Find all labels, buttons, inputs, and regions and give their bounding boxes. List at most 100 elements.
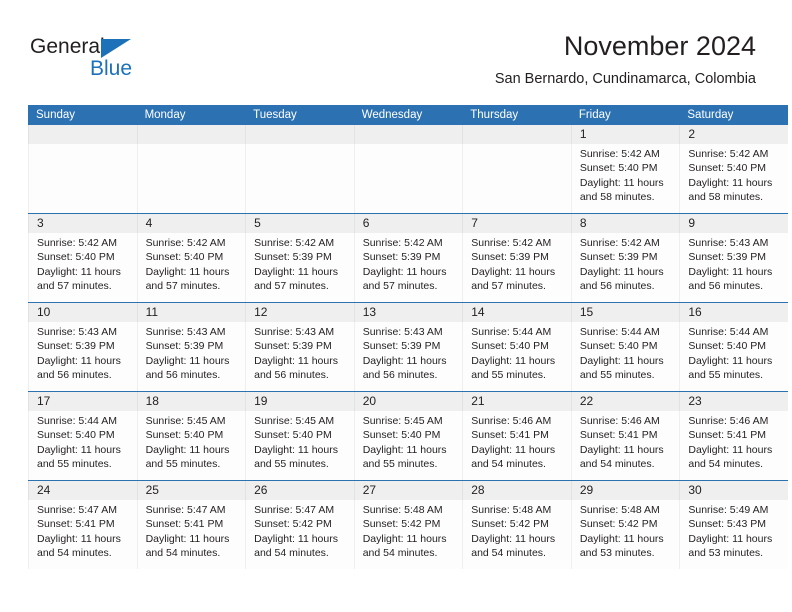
day-cell[interactable]: Sunrise: 5:44 AM Sunset: 5:40 PM Daylight:… xyxy=(679,322,788,391)
day-number[interactable]: 14 xyxy=(462,303,571,322)
day-number[interactable]: 13 xyxy=(353,303,463,322)
day-cell[interactable]: Sunrise: 5:44 AM Sunset: 5:40 PM Daylight:… xyxy=(570,322,680,391)
day-number[interactable]: 19 xyxy=(245,392,354,411)
week-content-row: Sunrise: 5:43 AM Sunset: 5:39 PM Daylight:… xyxy=(28,322,788,391)
day-number[interactable]: 29 xyxy=(570,481,680,500)
day-number-empty xyxy=(353,125,463,144)
weekday-header-saturday: Saturday xyxy=(687,109,734,121)
day-cell[interactable]: Sunrise: 5:43 AM Sunset: 5:39 PM Daylight:… xyxy=(245,322,354,391)
day-cell[interactable]: Sunrise: 5:42 AM Sunset: 5:40 PM Daylight:… xyxy=(570,144,680,213)
logo[interactable]: General Blue xyxy=(30,36,210,88)
day-cell[interactable]: Sunrise: 5:43 AM Sunset: 5:39 PM Daylight:… xyxy=(28,322,137,391)
daylight-text: Daylight: 11 hours and 57 minutes. xyxy=(471,265,556,293)
daylight-text: Daylight: 11 hours and 55 minutes. xyxy=(471,354,556,382)
day-cell[interactable]: Sunrise: 5:43 AM Sunset: 5:39 PM Daylight:… xyxy=(136,322,246,391)
page-subtitle: San Bernardo, Cundinamarca, Colombia xyxy=(494,71,756,87)
day-cell[interactable]: Sunrise: 5:45 AM Sunset: 5:40 PM Daylight:… xyxy=(245,411,354,480)
day-number[interactable]: 11 xyxy=(136,303,246,322)
day-number[interactable]: 6 xyxy=(353,214,463,233)
day-cell[interactable]: Sunrise: 5:42 AM Sunset: 5:39 PM Daylight:… xyxy=(245,233,354,302)
day-cell[interactable]: Sunrise: 5:42 AM Sunset: 5:40 PM Daylight:… xyxy=(136,233,246,302)
day-cell[interactable]: Sunrise: 5:46 AM Sunset: 5:41 PM Daylight:… xyxy=(462,411,571,480)
day-number[interactable]: 12 xyxy=(245,303,354,322)
calendar-weeks: 1 2 Sunrise: 5:42 AM Sunset: 5:40 PM Dayligh… xyxy=(28,125,788,569)
daylight-text: Daylight: 11 hours and 55 minutes. xyxy=(688,354,773,382)
day-number[interactable]: 25 xyxy=(136,481,246,500)
day-number[interactable]: 30 xyxy=(679,481,788,500)
day-number[interactable]: 8 xyxy=(570,214,680,233)
day-cell[interactable]: Sunrise: 5:44 AM Sunset: 5:40 PM Daylight:… xyxy=(462,322,571,391)
sunset-text: Sunset: 5:40 PM xyxy=(688,162,767,175)
day-number[interactable]: 27 xyxy=(353,481,463,500)
daylight-text: Daylight: 11 hours and 57 minutes. xyxy=(37,265,121,293)
weekday-header-sunday: Sunday xyxy=(36,109,76,121)
week-date-number-band: 24 25 26 27 28 29 30 xyxy=(28,481,788,500)
daylight-text: Daylight: 11 hours and 54 minutes. xyxy=(37,532,121,560)
day-cell[interactable]: Sunrise: 5:47 AM Sunset: 5:41 PM Daylight:… xyxy=(28,500,137,569)
sunrise-text: Sunrise: 5:43 AM xyxy=(37,326,117,338)
week-content-row: Sunrise: 5:44 AM Sunset: 5:40 PM Daylight:… xyxy=(28,411,788,480)
daylight-text: Daylight: 11 hours and 54 minutes. xyxy=(471,443,556,471)
day-cell[interactable]: Sunrise: 5:42 AM Sunset: 5:40 PM Daylight:… xyxy=(679,144,788,213)
day-cell[interactable]: Sunrise: 5:45 AM Sunset: 5:40 PM Daylight:… xyxy=(353,411,463,480)
day-number[interactable]: 26 xyxy=(245,481,354,500)
sunrise-text: Sunrise: 5:43 AM xyxy=(254,326,335,338)
day-number[interactable]: 2 xyxy=(679,125,788,144)
day-cell[interactable]: Sunrise: 5:44 AM Sunset: 5:40 PM Daylight:… xyxy=(28,411,137,480)
sunset-text: Sunset: 5:42 PM xyxy=(362,518,441,531)
sunset-text: Sunset: 5:39 PM xyxy=(362,251,441,264)
day-cell[interactable]: Sunrise: 5:46 AM Sunset: 5:41 PM Daylight:… xyxy=(679,411,788,480)
day-number[interactable]: 4 xyxy=(136,214,246,233)
day-cell[interactable]: Sunrise: 5:45 AM Sunset: 5:40 PM Daylight:… xyxy=(136,411,246,480)
day-cell[interactable]: Sunrise: 5:48 AM Sunset: 5:42 PM Daylight:… xyxy=(570,500,680,569)
day-cell[interactable]: Sunrise: 5:43 AM Sunset: 5:39 PM Daylight:… xyxy=(353,322,463,391)
day-number-empty xyxy=(462,125,571,144)
day-number[interactable]: 9 xyxy=(679,214,788,233)
sunrise-text: Sunrise: 5:44 AM xyxy=(471,326,552,338)
day-number[interactable]: 1 xyxy=(570,125,680,144)
day-cell[interactable]: Sunrise: 5:42 AM Sunset: 5:40 PM Daylight:… xyxy=(28,233,137,302)
day-number[interactable]: 18 xyxy=(136,392,246,411)
daylight-text: Daylight: 11 hours and 56 minutes. xyxy=(37,354,121,382)
day-number[interactable]: 20 xyxy=(353,392,463,411)
sunset-text: Sunset: 5:40 PM xyxy=(579,340,658,353)
sunset-text: Sunset: 5:41 PM xyxy=(471,429,549,442)
sunrise-text: Sunrise: 5:44 AM xyxy=(37,415,117,427)
day-cell[interactable]: Sunrise: 5:42 AM Sunset: 5:39 PM Daylight:… xyxy=(570,233,680,302)
daylight-text: Daylight: 11 hours and 55 minutes. xyxy=(254,443,338,471)
day-cell[interactable]: Sunrise: 5:43 AM Sunset: 5:39 PM Daylight:… xyxy=(679,233,788,302)
day-cell[interactable]: Sunrise: 5:42 AM Sunset: 5:39 PM Daylight:… xyxy=(462,233,571,302)
day-cell[interactable]: Sunrise: 5:48 AM Sunset: 5:42 PM Daylight:… xyxy=(353,500,463,569)
sunrise-text: Sunrise: 5:43 AM xyxy=(688,237,769,249)
sunrise-text: Sunrise: 5:43 AM xyxy=(362,326,443,338)
day-cell[interactable]: Sunrise: 5:42 AM Sunset: 5:39 PM Daylight:… xyxy=(353,233,463,302)
day-cell[interactable]: Sunrise: 5:46 AM Sunset: 5:41 PM Daylight:… xyxy=(570,411,680,480)
day-number[interactable]: 10 xyxy=(28,303,137,322)
sunrise-text: Sunrise: 5:44 AM xyxy=(688,326,769,338)
day-number[interactable]: 28 xyxy=(462,481,571,500)
daylight-text: Daylight: 11 hours and 55 minutes. xyxy=(579,354,664,382)
calendar-grid: Sunday Monday Tuesday Wednesday Thursday Frid… xyxy=(28,105,788,569)
sunrise-text: Sunrise: 5:45 AM xyxy=(254,415,335,427)
day-cell[interactable]: Sunrise: 5:48 AM Sunset: 5:42 PM Daylight:… xyxy=(462,500,571,569)
day-number[interactable]: 17 xyxy=(28,392,137,411)
day-number[interactable]: 22 xyxy=(570,392,680,411)
day-number[interactable]: 24 xyxy=(28,481,137,500)
day-number[interactable]: 7 xyxy=(462,214,571,233)
day-number[interactable]: 15 xyxy=(570,303,680,322)
day-cell-empty xyxy=(245,144,354,213)
sunset-text: Sunset: 5:41 PM xyxy=(688,429,767,442)
sunrise-text: Sunrise: 5:42 AM xyxy=(471,237,552,249)
day-cell[interactable]: Sunrise: 5:47 AM Sunset: 5:42 PM Daylight:… xyxy=(245,500,354,569)
day-number[interactable]: 16 xyxy=(679,303,788,322)
day-cell[interactable]: Sunrise: 5:47 AM Sunset: 5:41 PM Daylight:… xyxy=(136,500,246,569)
day-number[interactable]: 21 xyxy=(462,392,571,411)
day-number[interactable]: 5 xyxy=(245,214,354,233)
day-number[interactable]: 23 xyxy=(679,392,788,411)
daylight-text: Daylight: 11 hours and 58 minutes. xyxy=(579,176,664,204)
calendar-week-row: 1 2 Sunrise: 5:42 AM Sunset: 5:40 PM Dayligh… xyxy=(28,125,788,213)
day-number[interactable]: 3 xyxy=(28,214,137,233)
daylight-text: Daylight: 11 hours and 53 minutes. xyxy=(579,532,664,560)
day-cell[interactable]: Sunrise: 5:49 AM Sunset: 5:43 PM Daylight:… xyxy=(679,500,788,569)
sunrise-text: Sunrise: 5:45 AM xyxy=(362,415,443,427)
